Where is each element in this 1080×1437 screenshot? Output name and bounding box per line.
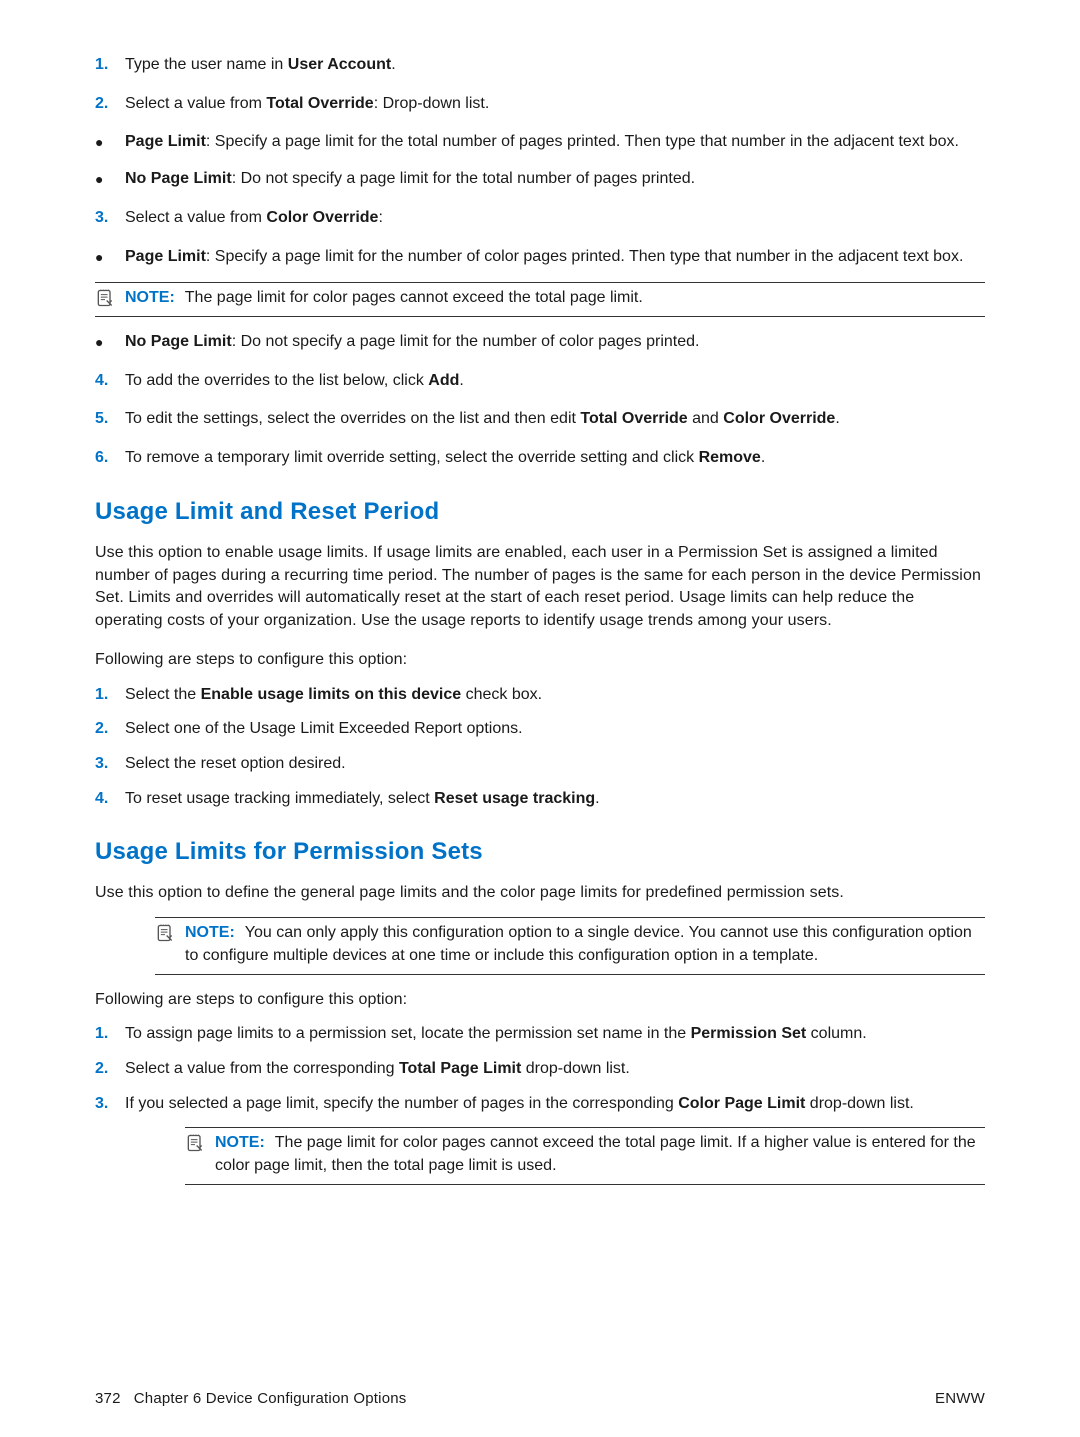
list-item-text: Select the Enable usage limits on this d… [125,684,985,707]
list-item: 6. To remove a temporary limit override … [95,447,985,470]
bullet-block-b1: ● Page Limit: Specify a page limit for t… [95,246,985,269]
list-item: 1. Select the Enable usage limits on thi… [95,684,985,707]
list-item-text: Page Limit: Specify a page limit for the… [125,246,985,269]
list-item-text: Select a value from Color Override: [125,207,985,230]
list-item: 1. Type the user name in User Account. [95,54,985,77]
bullet-icon: ● [95,246,125,268]
list-item: ● No Page Limit: Do not specify a page l… [95,331,985,354]
number-marker: 5. [95,408,125,431]
note-icon [95,288,115,308]
list-item-text: To remove a temporary limit override set… [125,447,985,470]
number-marker: 6. [95,447,125,470]
number-marker: 1. [95,1023,125,1046]
list-item-text: Select the reset option desired. [125,753,985,776]
list-item-text: To add the overrides to the list below, … [125,370,985,393]
step-3: 3. Select a value from Color Override: [95,207,985,230]
section1-following: Following are steps to configure this op… [95,649,985,672]
steps-block-a: 1. Type the user name in User Account. 2… [95,54,985,115]
steps-4-6: 4. To add the overrides to the list belo… [95,370,985,470]
list-item: 2. Select a value from Total Override: D… [95,93,985,116]
number-marker: 3. [95,207,125,230]
list-item: ● Page Limit: Specify a page limit for t… [95,131,985,154]
list-item-text: Select one of the Usage Limit Exceeded R… [125,718,985,741]
list-item-text: If you selected a page limit, specify th… [125,1093,985,1116]
note-icon [155,923,175,943]
bullet-block-a: ● Page Limit: Specify a page limit for t… [95,131,985,190]
section1-steps: 1. Select the Enable usage limits on thi… [95,684,985,811]
note-text: NOTE:The page limit for color pages cann… [215,1132,985,1177]
section2-intro: Use this option to define the general pa… [95,882,985,905]
section1-intro: Use this option to enable usage limits. … [95,542,985,633]
list-item: 1. To assign page limits to a permission… [95,1023,985,1046]
bullet-icon: ● [95,331,125,353]
list-item-text: No Page Limit: Do not specify a page lim… [125,168,985,191]
list-item: ● Page Limit: Specify a page limit for t… [95,246,985,269]
number-marker: 2. [95,718,125,741]
list-item: 3. Select the reset option desired. [95,753,985,776]
number-marker: 2. [95,1058,125,1081]
number-marker: 1. [95,684,125,707]
list-item-text: Select a value from the corresponding To… [125,1058,985,1081]
list-item: 2. Select one of the Usage Limit Exceede… [95,718,985,741]
note-text: NOTE:The page limit for color pages cann… [125,287,985,310]
number-marker: 4. [95,788,125,811]
number-marker: 3. [95,753,125,776]
page-footer: 372 Chapter 6 Device Configuration Optio… [95,1390,985,1407]
list-item-text: To edit the settings, select the overrid… [125,408,985,431]
note-icon [185,1133,205,1153]
number-marker: 1. [95,54,125,77]
section-heading-usage-limit: Usage Limit and Reset Period [95,498,985,526]
note-box: NOTE:You can only apply this configurati… [155,917,985,974]
list-item-text: Type the user name in User Account. [125,54,985,77]
section2-steps: 1. To assign page limits to a permission… [95,1023,985,1115]
bullet-icon: ● [95,168,125,190]
footer-right: ENWW [935,1390,985,1407]
list-item: ● No Page Limit: Do not specify a page l… [95,168,985,191]
section-heading-permission-sets: Usage Limits for Permission Sets [95,838,985,866]
number-marker: 4. [95,370,125,393]
list-item-text: To assign page limits to a permission se… [125,1023,985,1046]
number-marker: 2. [95,93,125,116]
list-item-text: To reset usage tracking immediately, sel… [125,788,985,811]
list-item-text: No Page Limit: Do not specify a page lim… [125,331,985,354]
section2-following: Following are steps to configure this op… [95,989,985,1012]
list-item-text: Select a value from Total Override: Drop… [125,93,985,116]
bullet-icon: ● [95,131,125,153]
footer-left: 372 Chapter 6 Device Configuration Optio… [95,1390,407,1407]
list-item-text: Page Limit: Specify a page limit for the… [125,131,985,154]
bullet-block-b2: ● No Page Limit: Do not specify a page l… [95,331,985,354]
list-item: 3. Select a value from Color Override: [95,207,985,230]
list-item: 4. To add the overrides to the list belo… [95,370,985,393]
list-item: 3. If you selected a page limit, specify… [95,1093,985,1116]
list-item: 5. To edit the settings, select the over… [95,408,985,431]
list-item: 2. Select a value from the corresponding… [95,1058,985,1081]
list-item: 4. To reset usage tracking immediately, … [95,788,985,811]
note-text: NOTE:You can only apply this configurati… [185,922,985,967]
note-box: NOTE:The page limit for color pages cann… [95,282,985,317]
note-box: NOTE:The page limit for color pages cann… [185,1127,985,1184]
number-marker: 3. [95,1093,125,1116]
